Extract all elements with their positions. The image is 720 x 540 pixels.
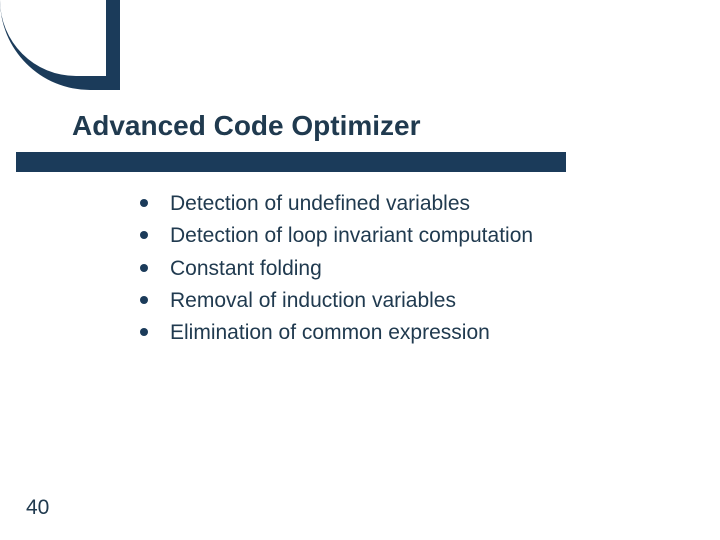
title-underline-bar <box>16 152 566 172</box>
corner-decoration-outer <box>0 0 120 90</box>
list-item: Constant folding <box>140 255 680 283</box>
bullet-icon <box>140 199 148 207</box>
list-item: Detection of undefined variables <box>140 190 680 218</box>
bullet-icon <box>140 231 148 239</box>
bullet-icon <box>140 296 148 304</box>
list-item: Removal of induction variables <box>140 287 680 315</box>
bullet-text: Removal of induction variables <box>170 287 456 315</box>
list-item: Elimination of common expression <box>140 319 680 347</box>
bullet-text: Detection of undefined variables <box>170 190 470 218</box>
bullet-icon <box>140 264 148 272</box>
bullet-text: Constant folding <box>170 255 322 283</box>
bullet-text: Detection of loop invariant computation <box>170 222 533 250</box>
corner-decoration-inner <box>0 0 106 76</box>
bullet-list: Detection of undefined variables Detecti… <box>140 190 680 352</box>
page-number: 40 <box>26 496 49 520</box>
bullet-text: Elimination of common expression <box>170 319 490 347</box>
bullet-icon <box>140 328 148 336</box>
slide: Advanced Code Optimizer Detection of und… <box>0 0 720 540</box>
list-item: Detection of loop invariant computation <box>140 222 680 250</box>
slide-title: Advanced Code Optimizer <box>72 110 421 142</box>
